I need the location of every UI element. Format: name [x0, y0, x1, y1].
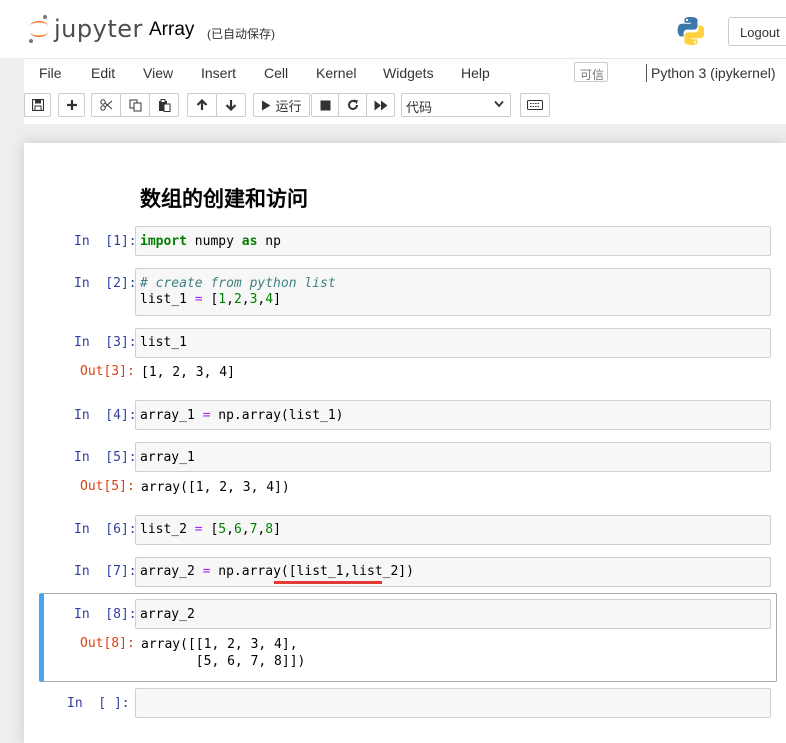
menu-kernel[interactable]: Kernel [316, 65, 356, 81]
python-logo-icon [677, 17, 705, 45]
paste-icon [158, 98, 170, 112]
code-cell-input[interactable] [135, 442, 771, 472]
scissors-icon [99, 99, 112, 111]
logout-button[interactable]: Logout [728, 17, 786, 46]
code-line: list_1 [140, 335, 187, 350]
move-up-button[interactable] [187, 93, 217, 117]
menu-insert[interactable]: Insert [201, 65, 236, 81]
notebook-title[interactable]: Array [149, 19, 194, 41]
code-cell-input[interactable] [135, 688, 771, 718]
menu-cell[interactable]: Cell [264, 65, 288, 81]
move-down-button[interactable] [216, 93, 246, 117]
input-prompt: In [5]: [74, 450, 137, 465]
menu-file[interactable]: File [39, 65, 62, 81]
plus-icon [66, 100, 77, 110]
cell-output-line: array([[1, 2, 3, 4], [141, 637, 298, 652]
code-line: array_2 [140, 607, 195, 622]
code-line: array_2 = np.array([list_1,list_2]) [140, 564, 414, 579]
chevron-down-icon [494, 100, 504, 108]
run-button[interactable]: 运行 [253, 93, 310, 117]
interrupt-button[interactable] [311, 93, 339, 117]
menu-widgets[interactable]: Widgets [383, 65, 434, 81]
restart-icon [347, 99, 358, 110]
menubar: File Edit View Insert Cell Kernel Widget… [24, 58, 786, 89]
output-prompt: Out[5]: [80, 479, 135, 494]
cell-output-line: [5, 6, 7, 8]]) [141, 654, 306, 669]
fast-forward-icon [374, 100, 387, 110]
cell-type-value: 代码 [406, 100, 433, 115]
cell-output: [1, 2, 3, 4] [141, 365, 235, 380]
input-prompt: In [1]: [74, 234, 137, 249]
code-cell-input[interactable] [135, 599, 771, 629]
keyboard-icon [527, 100, 543, 110]
play-icon [262, 100, 271, 110]
input-prompt: In [3]: [74, 335, 137, 350]
output-prompt: Out[3]: [80, 364, 135, 379]
cut-button[interactable] [91, 93, 121, 117]
cell-type-select[interactable]: 代码 [401, 93, 511, 117]
input-prompt: In [8]: [74, 607, 137, 622]
paste-button[interactable] [149, 93, 179, 117]
menu-view[interactable]: View [143, 65, 173, 81]
input-prompt: In [6]: [74, 522, 137, 537]
input-prompt: In [7]: [74, 564, 137, 579]
code-line: array_1 = np.array(list_1) [140, 408, 344, 423]
header: jupyter Array (已自动保存) Logout [0, 0, 786, 58]
run-button-label: 运行 [275, 98, 302, 114]
code-line: list_1 = [1,2,3,4] [140, 292, 281, 307]
restart-button[interactable] [338, 93, 367, 117]
menu-edit[interactable]: Edit [91, 65, 115, 81]
cell-output: array([1, 2, 3, 4]) [141, 480, 290, 495]
save-button[interactable] [24, 93, 51, 117]
code-line: list_2 = [5,6,7,8] [140, 522, 281, 537]
autosave-status: (已自动保存) [207, 27, 275, 41]
code-line: import numpy as np [140, 234, 281, 249]
code-cell-input[interactable] [135, 328, 771, 358]
input-prompt: In [2]: [74, 276, 137, 291]
copy-icon [129, 99, 141, 111]
input-prompt: In [ ]: [67, 696, 130, 711]
copy-button[interactable] [120, 93, 150, 117]
trusted-indicator[interactable]: 可信 [574, 62, 608, 82]
stop-icon [320, 100, 330, 110]
input-prompt: In [4]: [74, 408, 137, 423]
arrow-down-icon [225, 100, 237, 111]
code-line: array_1 [140, 450, 195, 465]
arrow-up-icon [196, 99, 208, 110]
insert-cell-button[interactable] [58, 93, 85, 117]
markdown-heading[interactable]: 数组的创建和访问 [140, 183, 308, 213]
jupyter-logo[interactable]: jupyter [28, 14, 143, 44]
kernel-name[interactable]: Python 3 (ipykernel) [651, 65, 776, 81]
menu-help[interactable]: Help [461, 65, 490, 81]
jupyter-logo-icon [29, 15, 48, 43]
restart-run-all-button[interactable] [366, 93, 395, 117]
toolbar: 运行 代码 [24, 88, 786, 124]
annotation-underline [274, 581, 382, 584]
save-icon [31, 99, 44, 111]
jupyter-logo-text: jupyter [54, 15, 143, 43]
output-prompt: Out[8]: [80, 636, 135, 651]
command-palette-button[interactable] [520, 93, 550, 117]
kernel-separator [646, 64, 647, 82]
code-comment: # create from python list [140, 276, 336, 291]
